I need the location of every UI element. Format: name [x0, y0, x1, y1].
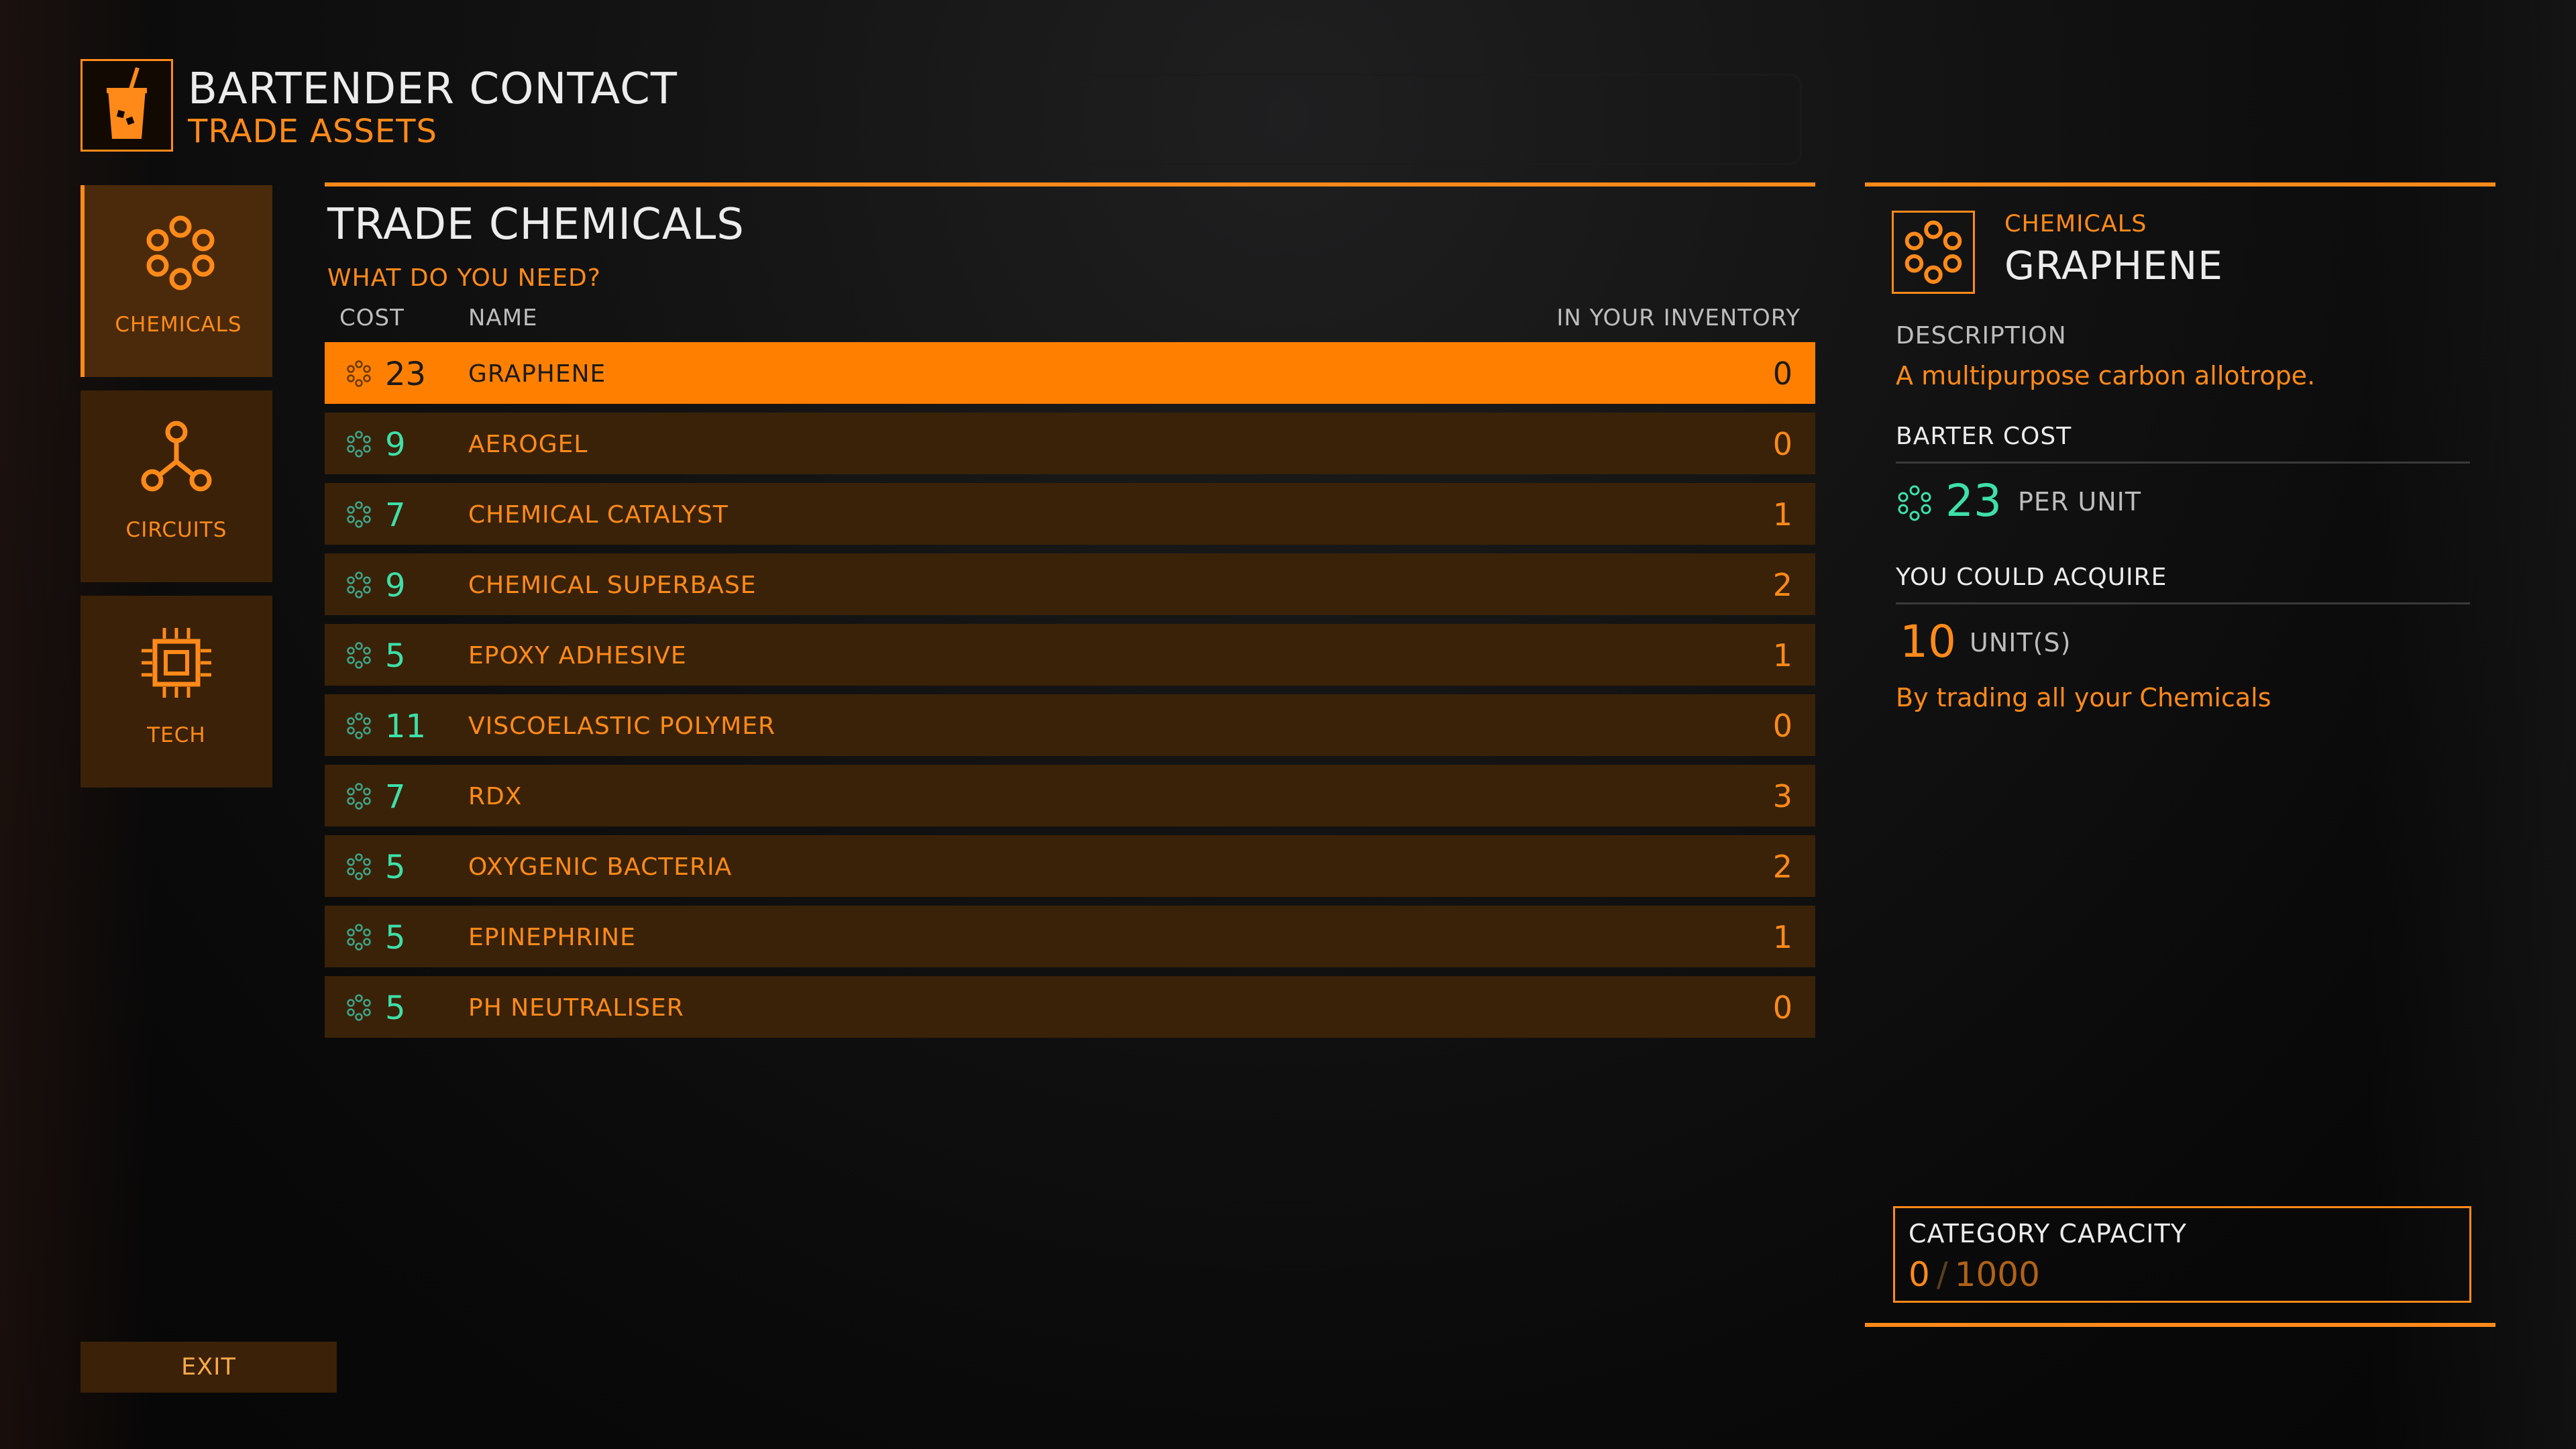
- table-row[interactable]: 9 AEROGEL 0: [325, 413, 1815, 474]
- chemicals-cost-icon: [347, 642, 371, 669]
- row-name: EPINEPHRINE: [468, 924, 636, 951]
- category-label: CIRCUITS: [125, 518, 227, 542]
- column-header-inventory: IN YOUR INVENTORY: [1556, 305, 1801, 331]
- list-title: TRADE CHEMICALS: [327, 200, 745, 250]
- row-inventory: 1: [1772, 496, 1792, 533]
- row-name: GRAPHENE: [468, 360, 606, 388]
- row-name: VISCOELASTIC POLYMER: [468, 712, 775, 740]
- row-cost: 11: [385, 708, 427, 745]
- table-row[interactable]: 23 GRAPHENE 0: [325, 342, 1815, 404]
- row-name: CHEMICAL SUPERBASE: [468, 572, 757, 599]
- row-inventory: 0: [1772, 356, 1792, 392]
- capacity-current: 0: [1909, 1255, 1930, 1294]
- chemicals-cost-icon: [347, 501, 371, 528]
- list-top-divider: [325, 182, 1815, 186]
- row-inventory: 3: [1772, 778, 1792, 814]
- chemicals-icon: [146, 215, 215, 290]
- row-name: OXYGENIC BACTERIA: [468, 853, 733, 881]
- row-cost: 5: [385, 849, 406, 886]
- row-inventory: 0: [1772, 989, 1792, 1026]
- row-name: EPOXY ADHESIVE: [468, 642, 687, 669]
- row-inventory: 1: [1772, 919, 1792, 955]
- column-header-cost: COST: [339, 305, 405, 331]
- capacity-max: 1000: [1954, 1255, 2040, 1294]
- page-subtitle: TRADE ASSETS: [188, 113, 437, 150]
- table-row[interactable]: 5 EPOXY ADHESIVE 1: [325, 624, 1815, 686]
- row-cost: 5: [385, 919, 406, 957]
- table-row[interactable]: 5 EPINEPHRINE 1: [325, 906, 1815, 967]
- table-row[interactable]: 7 RDX 3: [325, 765, 1815, 826]
- row-inventory: 1: [1772, 637, 1792, 674]
- drink-icon: [80, 59, 173, 152]
- category-label: CHEMICALS: [115, 313, 242, 337]
- category-tech-button[interactable]: TECH: [80, 596, 272, 788]
- detail-item-name: GRAPHENE: [2004, 243, 2223, 288]
- acquire-value: 10: [1900, 616, 1956, 667]
- table-row[interactable]: 9 CHEMICAL SUPERBASE 2: [325, 553, 1815, 615]
- row-name: CHEMICAL CATALYST: [468, 501, 729, 529]
- table-row[interactable]: 5 PH NEUTRALISER 0: [325, 976, 1815, 1038]
- row-inventory: 2: [1772, 567, 1792, 603]
- list-subtitle: WHAT DO YOU NEED?: [327, 264, 601, 292]
- barter-cost-value: 23: [1945, 475, 2002, 527]
- row-cost: 7: [385, 778, 406, 816]
- row-cost: 23: [385, 356, 427, 393]
- divider: [1896, 602, 2470, 604]
- row-inventory: 2: [1772, 849, 1792, 885]
- acquire-label: YOU COULD ACQUIRE: [1896, 564, 2167, 591]
- barter-cost-label: BARTER COST: [1896, 423, 2072, 450]
- row-name: PH NEUTRALISER: [468, 994, 684, 1022]
- description-text: A multipurpose carbon allotrope.: [1896, 361, 2316, 390]
- capacity-separator: /: [1936, 1255, 1948, 1294]
- chemicals-cost-icon: [1898, 485, 1931, 521]
- capacity-label: CATEGORY CAPACITY: [1909, 1219, 2187, 1248]
- category-label: TECH: [147, 723, 206, 747]
- divider: [1896, 462, 2470, 464]
- row-cost: 5: [385, 989, 406, 1027]
- chemicals-icon: [1892, 211, 1975, 294]
- category-circuits-button[interactable]: CIRCUITS: [80, 390, 272, 582]
- detail-bottom-divider: [1865, 1323, 2496, 1327]
- chemicals-cost-icon: [347, 783, 371, 810]
- chemicals-cost-icon: [347, 994, 371, 1021]
- row-cost: 5: [385, 637, 406, 675]
- row-inventory: 0: [1772, 426, 1792, 462]
- barter-cost-unit: PER UNIT: [2018, 487, 2142, 517]
- row-inventory: 0: [1772, 708, 1792, 744]
- chemicals-cost-icon: [347, 431, 371, 458]
- capacity-value: 0/1000: [1909, 1255, 2040, 1294]
- tech-icon: [142, 628, 211, 698]
- chemicals-cost-icon: [347, 853, 371, 880]
- chemicals-cost-icon: [347, 924, 371, 951]
- chemicals-cost-icon: [347, 712, 371, 739]
- acquire-note: By trading all your Chemicals: [1896, 683, 2271, 712]
- background-panel: [1046, 74, 1802, 165]
- row-name: AEROGEL: [468, 431, 588, 458]
- column-header-name: NAME: [468, 305, 538, 331]
- detail-top-divider: [1865, 182, 2496, 186]
- table-row[interactable]: 5 OXYGENIC BACTERIA 2: [325, 835, 1815, 897]
- row-name: RDX: [468, 783, 523, 810]
- table-row[interactable]: 11 VISCOELASTIC POLYMER 0: [325, 694, 1815, 756]
- chemicals-cost-icon: [347, 572, 371, 598]
- acquire-unit: UNIT(S): [1970, 628, 2072, 657]
- row-cost: 7: [385, 496, 406, 534]
- exit-button[interactable]: EXIT: [80, 1342, 337, 1393]
- detail-category: CHEMICALS: [2004, 211, 2147, 237]
- category-chemicals-button[interactable]: CHEMICALS: [80, 185, 272, 377]
- category-capacity-box: CATEGORY CAPACITY 0/1000: [1893, 1206, 2471, 1303]
- table-row[interactable]: 7 CHEMICAL CATALYST 1: [325, 483, 1815, 545]
- page-title: BARTENDER CONTACT: [188, 64, 678, 114]
- chemicals-cost-icon: [347, 360, 371, 387]
- circuits-icon: [141, 421, 212, 492]
- row-cost: 9: [385, 426, 406, 464]
- description-label: DESCRIPTION: [1896, 322, 2067, 350]
- row-cost: 9: [385, 567, 406, 604]
